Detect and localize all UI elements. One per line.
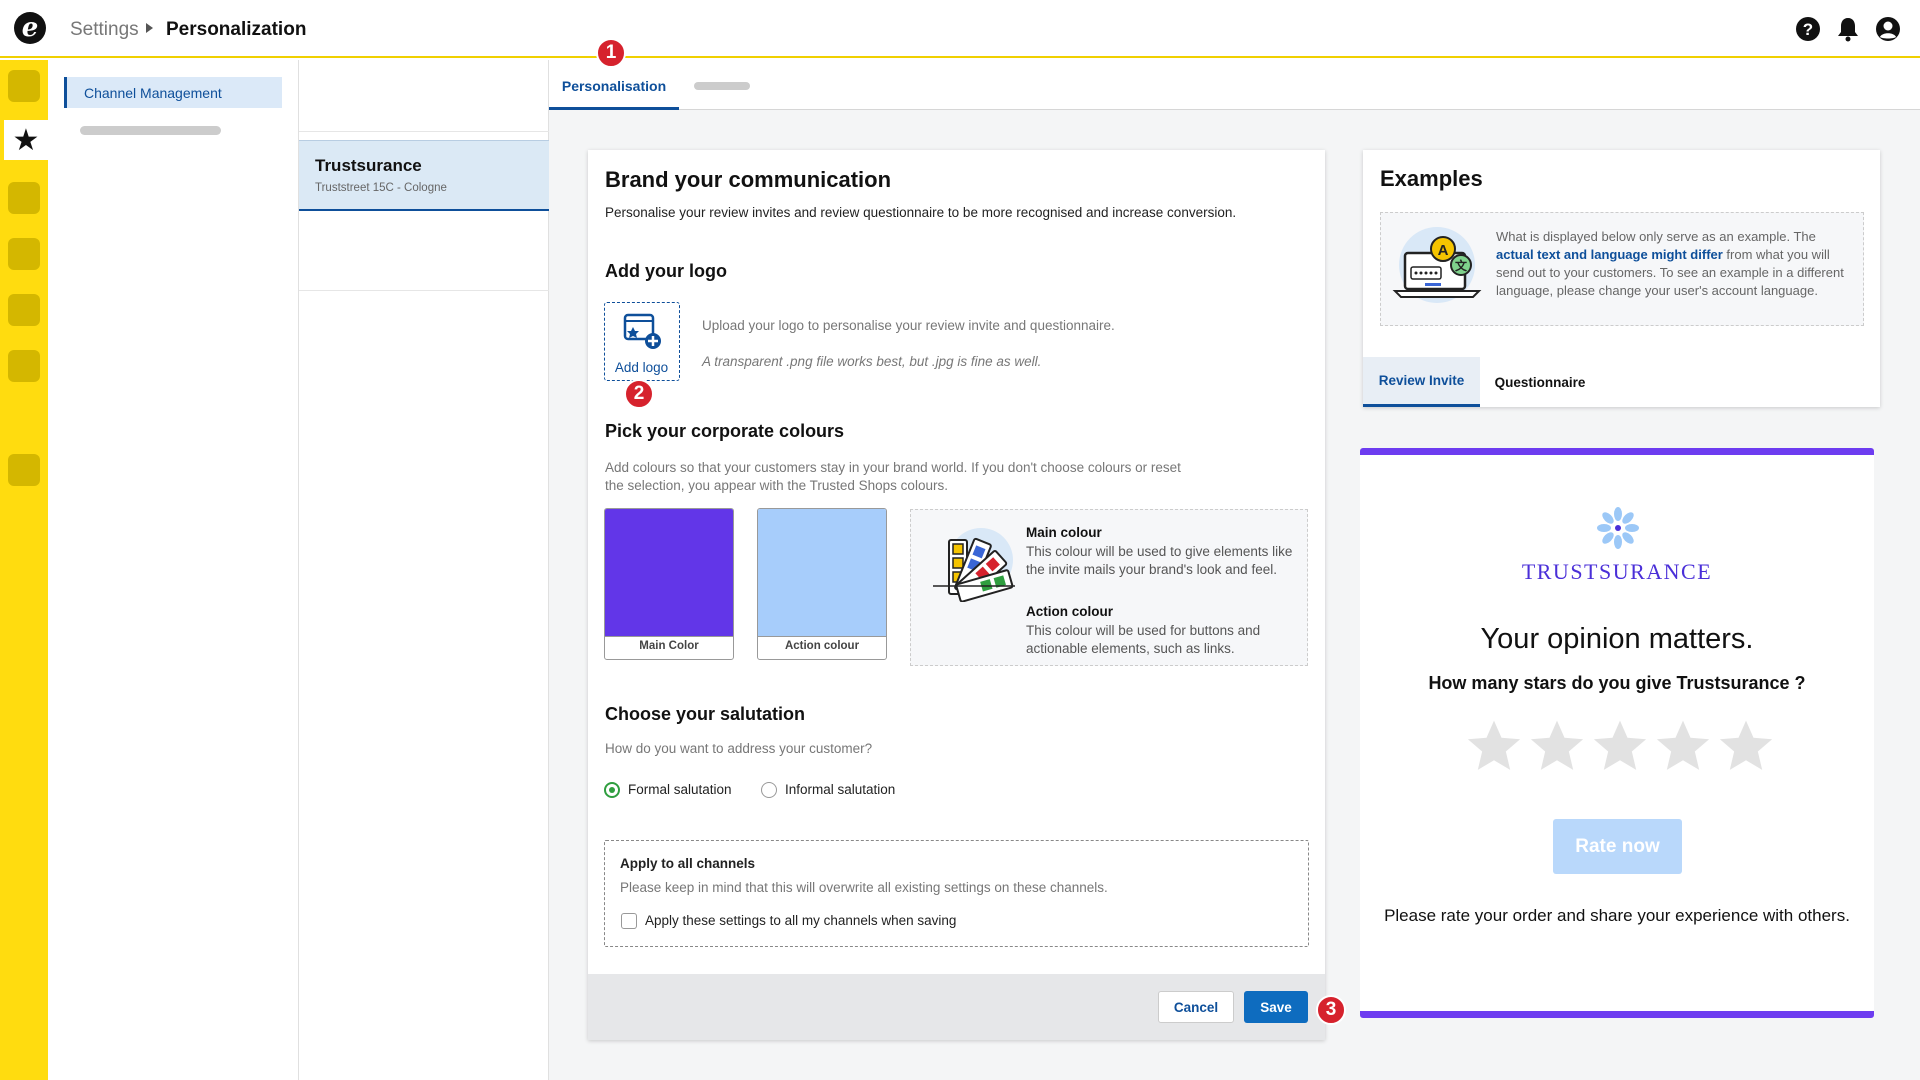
- logo-heading: Add your logo: [605, 261, 727, 281]
- channel-list: Trustsurance Truststreet 15C - Cologne: [299, 60, 549, 1080]
- apply-all-checkbox[interactable]: [621, 913, 637, 929]
- svg-text:文: 文: [1455, 258, 1468, 273]
- step-badge-1: 1: [596, 38, 626, 68]
- preview-brand-name: TRUSTSURANCE: [1521, 559, 1713, 584]
- examples-info-box: A 文 What is displayed below only serve a…: [1380, 212, 1864, 326]
- star-icon[interactable]: ★: [4, 120, 48, 160]
- flower-logo-icon: [1597, 507, 1639, 549]
- channel-address: Truststreet 15C - Cologne: [315, 182, 447, 194]
- informal-salutation-radio[interactable]: [761, 782, 777, 798]
- rail-item[interactable]: [8, 350, 40, 382]
- star-rating: [1465, 717, 1775, 777]
- laptop-translation-icon: A 文: [1392, 227, 1482, 303]
- formal-salutation-radio[interactable]: [604, 782, 620, 798]
- page-title: Personalization: [166, 19, 307, 40]
- main-colour-fill: [605, 509, 733, 637]
- informal-salutation-label[interactable]: Informal salutation: [785, 782, 895, 797]
- save-button[interactable]: Save: [1244, 991, 1308, 1023]
- star-icon[interactable]: [1591, 717, 1649, 775]
- bell-icon[interactable]: [1835, 16, 1861, 42]
- card-footer: Cancel Save: [588, 974, 1325, 1040]
- add-logo-label: Add logo: [614, 360, 669, 375]
- palette-icon: [933, 528, 1015, 602]
- divider: [299, 290, 549, 291]
- chevron-right-icon: [146, 23, 153, 33]
- svg-text:?: ?: [1803, 20, 1813, 39]
- examples-card: Examples A 文 What is displayed below onl…: [1363, 150, 1880, 407]
- salutation-hint: How do you want to address your customer…: [605, 741, 873, 756]
- rail-item[interactable]: [8, 294, 40, 326]
- colours-hint-line-1: Add colours so that your customers stay …: [605, 460, 1181, 475]
- rate-now-button[interactable]: Rate now: [1553, 819, 1682, 874]
- rail-item[interactable]: [8, 182, 40, 214]
- tab-placeholder[interactable]: [694, 82, 750, 90]
- star-icon[interactable]: [1528, 717, 1586, 775]
- action-colour-description: This colour will be used for buttons and…: [1026, 623, 1261, 656]
- top-bar: e Settings Personalization ?: [0, 0, 1920, 58]
- tab-bar: Personalisation: [549, 60, 1920, 110]
- rail-item[interactable]: [8, 454, 40, 486]
- rail-item[interactable]: [8, 238, 40, 270]
- user-icon[interactable]: [1875, 16, 1901, 42]
- apply-title: Apply to all channels: [620, 856, 756, 871]
- apply-hint: Please keep in mind that this will overw…: [620, 880, 1108, 895]
- examples-title: Examples: [1380, 166, 1483, 191]
- breadcrumb-settings[interactable]: Settings: [70, 19, 139, 41]
- step-badge-3: 3: [1316, 995, 1346, 1025]
- logo-icon[interactable]: e: [14, 12, 46, 44]
- main-colour-description: This colour will be used to give element…: [1026, 544, 1293, 577]
- action-colour-title: Action colour: [1026, 604, 1113, 619]
- channel-name: Trustsurance: [315, 156, 422, 175]
- app-rail: ★: [0, 60, 48, 1080]
- brand-title: Brand your communication: [605, 167, 892, 192]
- action-colour-fill: [758, 509, 886, 637]
- star-icon[interactable]: [1654, 717, 1712, 775]
- help-icon[interactable]: ?: [1795, 16, 1821, 42]
- sidebar-item-channel-management[interactable]: Channel Management: [64, 77, 282, 108]
- divider: [299, 131, 549, 132]
- star-icon[interactable]: [1465, 717, 1523, 775]
- brand-intro: Personalise your review invites and revi…: [605, 205, 1237, 220]
- preview-question: How many stars do you give Trustsurance …: [1428, 673, 1806, 693]
- main-colour-label: Main Color: [639, 640, 699, 652]
- tab-review-invite[interactable]: Review Invite: [1363, 357, 1480, 407]
- image-add-icon: [623, 313, 661, 349]
- main-colour-swatch[interactable]: Main Color: [604, 508, 734, 660]
- apply-checkbox-label[interactable]: Apply these settings to all my channels …: [645, 913, 956, 928]
- main-colour-title: Main colour: [1026, 525, 1102, 540]
- preview-headline: Your opinion matters.: [1480, 623, 1754, 655]
- apply-all-channels-box: Apply to all channels Please keep in min…: [604, 840, 1309, 947]
- brand-card: Brand your communication Personalise you…: [588, 150, 1325, 1040]
- salutation-heading: Choose your salutation: [605, 704, 806, 724]
- settings-sidebar: Channel Management: [48, 60, 299, 1080]
- examples-info-text: What is displayed below only serve as an…: [1496, 229, 1844, 298]
- formal-salutation-label[interactable]: Formal salutation: [628, 782, 732, 797]
- colours-heading: Pick your corporate colours: [605, 421, 845, 441]
- rail-item[interactable]: [8, 70, 40, 102]
- logo-format-hint: A transparent .png file works best, but …: [702, 354, 1042, 369]
- add-logo-button[interactable]: Add logo: [604, 302, 680, 381]
- logo-hint: Upload your logo to personalise your rev…: [702, 318, 1115, 333]
- tab-questionnaire[interactable]: Questionnaire: [1480, 357, 1600, 407]
- step-badge-2: 2: [624, 379, 654, 409]
- svg-text:A: A: [1438, 242, 1449, 259]
- colours-hint-line-2: the selection, you appear with the Trust…: [605, 478, 948, 493]
- star-icon[interactable]: [1717, 717, 1775, 775]
- colour-info-box: Main colour This colour will be used to …: [910, 509, 1308, 666]
- preview-footer-text: Please rate your order and share your ex…: [1384, 906, 1850, 925]
- action-colour-label: Action colour: [784, 640, 860, 652]
- action-colour-swatch[interactable]: Action colour: [757, 508, 887, 660]
- sidebar-item-placeholder[interactable]: [80, 126, 221, 135]
- email-preview: TRUSTSURANCE Your opinion matters. How m…: [1360, 448, 1874, 1018]
- cancel-button[interactable]: Cancel: [1158, 991, 1234, 1023]
- channel-item-trustsurance[interactable]: Trustsurance Truststreet 15C - Cologne: [299, 140, 549, 211]
